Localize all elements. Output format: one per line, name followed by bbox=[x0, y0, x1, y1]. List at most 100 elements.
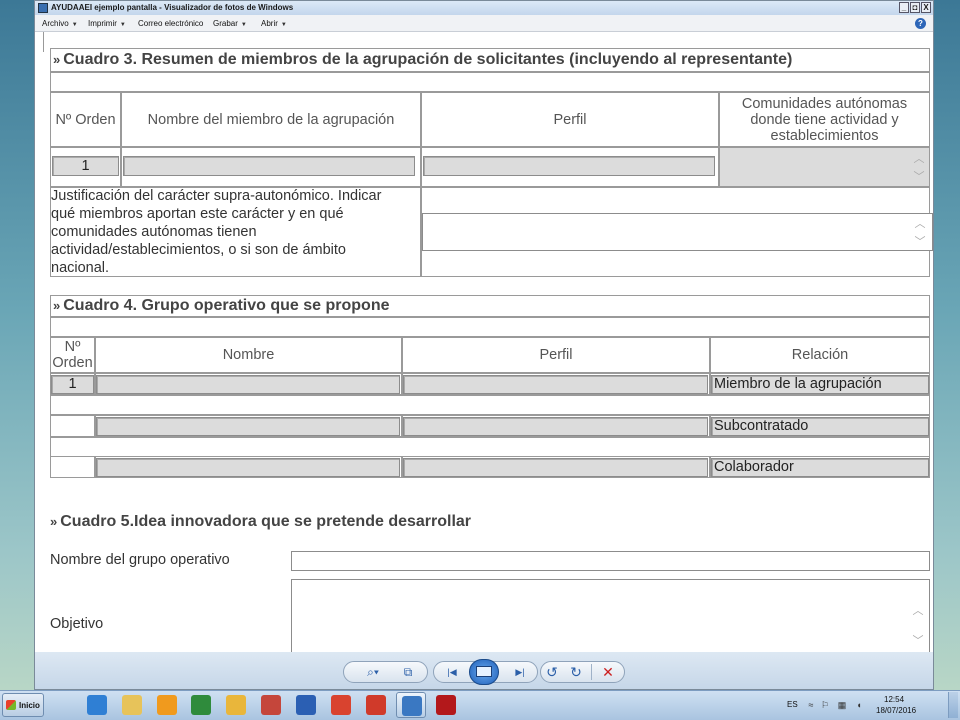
rotate-clockwise-icon[interactable]: ↻ bbox=[567, 663, 585, 681]
fit-to-window-icon[interactable]: ⧉ bbox=[399, 663, 417, 681]
cuadro4-row1-relacion-cell: Miembro de la agrupación bbox=[710, 373, 930, 395]
cuadro4-row3-nombre-field[interactable] bbox=[96, 458, 400, 477]
viewer-toolbar: ⌕▾ ⧉ |◀ ▶| ↺ ↻ ✕ bbox=[35, 652, 933, 689]
desktop-background-right bbox=[934, 0, 960, 690]
scroll-up-icon[interactable]: ︿ bbox=[914, 150, 925, 166]
objetivo-textarea[interactable] bbox=[291, 579, 930, 653]
taskbar-app-button[interactable] bbox=[186, 692, 216, 718]
taskbar-app-button[interactable] bbox=[221, 692, 251, 718]
scroll-down-icon[interactable]: ﹀ bbox=[915, 233, 926, 249]
cuadro4-row2-perfil-field[interactable] bbox=[403, 417, 708, 436]
cuadro4-header-perfil: Perfil bbox=[402, 337, 710, 373]
cuadro4-row3-relacion[interactable]: Colaborador bbox=[711, 458, 929, 477]
start-label: Inicio bbox=[19, 701, 40, 710]
close-button[interactable]: X bbox=[921, 2, 931, 13]
cuadro4-row1-relacion[interactable]: Miembro de la agrupación bbox=[711, 375, 929, 394]
cuadro3-row1-orden-cell: 1 bbox=[50, 147, 121, 187]
rotate-counterclockwise-icon[interactable]: ↺ bbox=[543, 663, 561, 681]
cuadro4-row1-orden-cell: 1 bbox=[50, 373, 95, 395]
restore-button[interactable]: ◘ bbox=[910, 2, 920, 13]
taskbar-app-button[interactable] bbox=[152, 692, 182, 718]
minimize-button[interactable]: _ bbox=[899, 2, 909, 13]
cuadro3-title-row: » Cuadro 3. Resumen de miembros de la agr… bbox=[50, 48, 930, 72]
previous-icon[interactable]: |◀ bbox=[441, 663, 463, 681]
taskbar-app-button[interactable] bbox=[326, 692, 356, 718]
justificacion-line: nacional. bbox=[51, 260, 110, 276]
cuadro3-row1-perfil-field[interactable] bbox=[423, 156, 715, 176]
cuadro4-row1-nombre-field[interactable] bbox=[96, 375, 400, 394]
scrollbar[interactable]: ︿ ﹀ bbox=[909, 148, 929, 186]
taskbar-app-button[interactable] bbox=[117, 692, 147, 718]
taskbar-app-button[interactable] bbox=[82, 692, 112, 718]
toolbar-divider bbox=[591, 664, 592, 680]
taskbar-app-button[interactable] bbox=[431, 692, 461, 718]
cuadro3-header-orden: Nº Orden bbox=[50, 92, 121, 147]
show-desktop-button[interactable] bbox=[948, 692, 958, 718]
cuadro4-spacer-row bbox=[50, 395, 930, 415]
powerpoint-icon bbox=[261, 695, 281, 715]
cuadro4-row1-perfil-cell bbox=[402, 373, 710, 395]
cuadro3-row1-orden[interactable]: 1 bbox=[52, 156, 119, 176]
cuadro4-row2-relacion[interactable]: Subcontratado bbox=[711, 417, 929, 436]
cuadro4-spacer-row bbox=[50, 437, 930, 457]
desktop-background-left bbox=[0, 0, 34, 690]
justificacion-line: comunidades autónomas tienen bbox=[51, 224, 257, 240]
chevron-down-icon: ▼ bbox=[71, 22, 78, 28]
taskbar-app-button[interactable] bbox=[256, 692, 286, 718]
cuadro3-row1-ccaa-field[interactable]: ︿ ﹀ bbox=[719, 147, 930, 187]
taskbar-app-button[interactable] bbox=[361, 692, 391, 718]
language-indicator[interactable]: ES bbox=[787, 700, 798, 709]
volume-icon[interactable]: ◖ bbox=[854, 700, 864, 710]
word-icon bbox=[296, 695, 316, 715]
cuadro4-row2-nombre-cell bbox=[95, 415, 402, 437]
internet-explorer-icon bbox=[87, 695, 107, 715]
cuadro4-row1-orden[interactable]: 1 bbox=[51, 375, 94, 394]
clock-time[interactable]: 12:54 bbox=[884, 695, 904, 704]
next-icon[interactable]: ▶| bbox=[509, 663, 531, 681]
cuadro4-row2-orden-cell bbox=[50, 415, 95, 437]
scroll-down-icon[interactable]: ﹀ bbox=[913, 632, 924, 648]
scrollbar[interactable]: ︿ ﹀ bbox=[908, 600, 928, 650]
file-explorer-icon bbox=[122, 695, 142, 715]
cuadro4-row2-nombre-field[interactable] bbox=[96, 417, 400, 436]
cuadro3-row1-nombre-field[interactable] bbox=[123, 156, 415, 176]
cuadro5-title: » Cuadro 5.Idea innovadora que se pretend… bbox=[50, 513, 471, 531]
menu-abrir-label: Abrir bbox=[261, 19, 278, 28]
menu-archivo-label: Archivo bbox=[42, 19, 69, 28]
nombre-grupo-input[interactable] bbox=[291, 551, 930, 571]
scrollbar[interactable]: ︿ ﹀ bbox=[910, 213, 930, 251]
windows-logo-icon bbox=[6, 700, 16, 710]
scroll-up-icon[interactable]: ︿ bbox=[913, 602, 924, 618]
justificacion-line: Justificación del carácter supra-autonóm… bbox=[51, 188, 382, 204]
section-marker-icon: » bbox=[53, 298, 61, 313]
cuadro4-row1-perfil-field[interactable] bbox=[403, 375, 708, 394]
justificacion-line: qué miembros aportan este carácter y en … bbox=[51, 206, 344, 222]
cuadro3-header-nombre: Nombre del miembro de la agrupación bbox=[121, 92, 421, 147]
clock-date[interactable]: 18/07/2016 bbox=[876, 706, 916, 715]
action-center-flag-icon[interactable]: ⚐ bbox=[820, 700, 830, 710]
help-icon[interactable]: ? bbox=[915, 18, 926, 29]
media-player-icon bbox=[157, 695, 177, 715]
menu-correo[interactable]: Correo electrónico bbox=[138, 15, 203, 32]
taskbar-app-button[interactable] bbox=[291, 692, 321, 718]
justificacion-label: Justificación del carácter supra-autonóm… bbox=[51, 187, 411, 277]
scroll-up-icon[interactable]: ︿ bbox=[915, 215, 926, 231]
cuadro4-row3-perfil-field[interactable] bbox=[403, 458, 708, 477]
cuadro4-header-orden-line1: Nº bbox=[64, 339, 81, 355]
photo-viewer-window: AYUDAAEI ejemplo pantalla - Visualizador… bbox=[34, 0, 934, 690]
cuadro3-spacer-row bbox=[50, 72, 930, 92]
scroll-down-icon[interactable]: ﹀ bbox=[914, 168, 925, 184]
justificacion-line: actividad/establecimientos, o si son de … bbox=[51, 242, 346, 258]
delete-icon[interactable]: ✕ bbox=[599, 663, 617, 681]
cuadro4-header-orden-line2: Orden bbox=[52, 355, 93, 371]
cuadro4-row3-nombre-cell bbox=[95, 456, 402, 478]
chevron-down-icon: ▼ bbox=[240, 22, 247, 28]
taskbar-app-button[interactable] bbox=[396, 692, 426, 718]
justificacion-textarea[interactable] bbox=[422, 213, 933, 251]
network-icon[interactable]: ▦ bbox=[837, 700, 847, 710]
cuadro4-spacer-row bbox=[50, 317, 930, 337]
zoom-icon[interactable]: ⌕▾ bbox=[361, 663, 385, 681]
cuadro4-row1-nombre-cell bbox=[95, 373, 402, 395]
tray-overflow-icon[interactable]: ≈ bbox=[806, 700, 816, 710]
objetivo-label: Objetivo bbox=[50, 616, 104, 632]
